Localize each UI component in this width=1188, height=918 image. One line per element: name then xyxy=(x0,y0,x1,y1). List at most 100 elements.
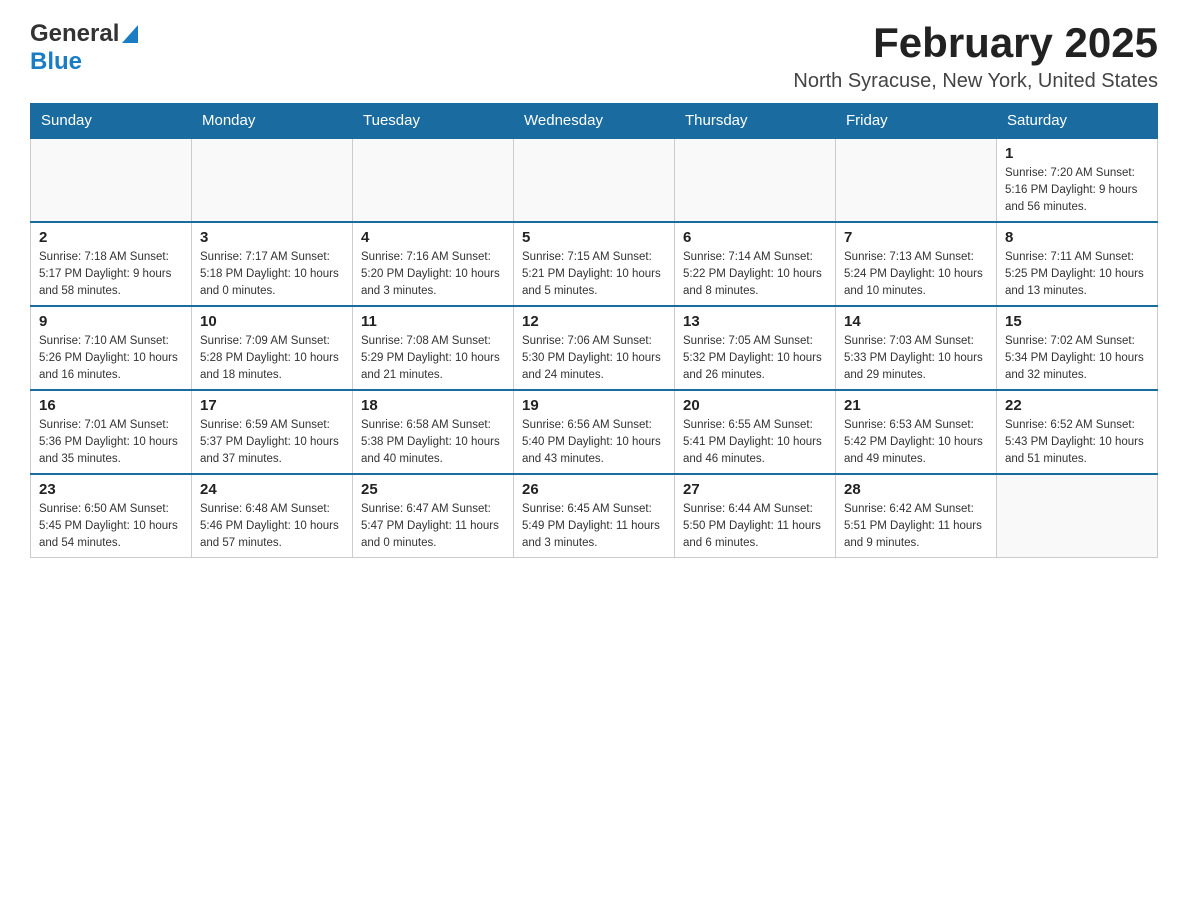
weekday-header-tuesday: Tuesday xyxy=(353,104,514,139)
logo-triangle-icon xyxy=(122,25,138,48)
calendar-cell xyxy=(997,474,1158,558)
day-info: Sunrise: 6:59 AM Sunset: 5:37 PM Dayligh… xyxy=(200,417,344,467)
location: North Syracuse, New York, United States xyxy=(793,70,1158,93)
logo: General Blue xyxy=(30,20,138,76)
calendar-cell: 4 Sunrise: 7:16 AM Sunset: 5:20 PM Daylig… xyxy=(353,222,514,306)
day-number: 24 xyxy=(200,481,344,498)
day-number: 6 xyxy=(683,229,827,246)
calendar-cell: 16 Sunrise: 7:01 AM Sunset: 5:36 PM Dayli… xyxy=(31,390,192,474)
day-info: Sunrise: 7:05 AM Sunset: 5:32 PM Dayligh… xyxy=(683,333,827,383)
day-number: 4 xyxy=(361,229,505,246)
day-number: 17 xyxy=(200,397,344,414)
day-number: 19 xyxy=(522,397,666,414)
day-info: Sunrise: 6:53 AM Sunset: 5:42 PM Dayligh… xyxy=(844,417,988,467)
calendar-cell: 20 Sunrise: 6:55 AM Sunset: 5:41 PM Dayli… xyxy=(675,390,836,474)
weekday-header-saturday: Saturday xyxy=(997,104,1158,139)
week-row-1: 1 Sunrise: 7:20 AM Sunset: 5:16 PM Daylig… xyxy=(31,138,1158,222)
weekday-header-wednesday: Wednesday xyxy=(514,104,675,139)
title-area: February 2025 North Syracuse, New York, … xyxy=(793,20,1158,93)
calendar-cell: 17 Sunrise: 6:59 AM Sunset: 5:37 PM Dayli… xyxy=(192,390,353,474)
day-info: Sunrise: 7:01 AM Sunset: 5:36 PM Dayligh… xyxy=(39,417,183,467)
calendar-cell: 15Sunrise: 7:02 AM Sunset: 5:34 PM Dayli… xyxy=(997,306,1158,390)
day-info: Sunrise: 6:55 AM Sunset: 5:41 PM Dayligh… xyxy=(683,417,827,467)
day-number: 7 xyxy=(844,229,988,246)
day-number: 5 xyxy=(522,229,666,246)
day-number: 2 xyxy=(39,229,183,246)
calendar-cell: 28 Sunrise: 6:42 AM Sunset: 5:51 PM Dayli… xyxy=(836,474,997,558)
day-info: Sunrise: 7:17 AM Sunset: 5:18 PM Dayligh… xyxy=(200,249,344,299)
calendar-cell: 26 Sunrise: 6:45 AM Sunset: 5:49 PM Dayli… xyxy=(514,474,675,558)
day-info: Sunrise: 6:42 AM Sunset: 5:51 PM Dayligh… xyxy=(844,501,988,551)
day-info: Sunrise: 7:09 AM Sunset: 5:28 PM Dayligh… xyxy=(200,333,344,383)
calendar-cell xyxy=(675,138,836,222)
day-info: Sunrise: 6:58 AM Sunset: 5:38 PM Dayligh… xyxy=(361,417,505,467)
calendar-cell: 6 Sunrise: 7:14 AM Sunset: 5:22 PM Daylig… xyxy=(675,222,836,306)
day-number: 26 xyxy=(522,481,666,498)
week-row-5: 23Sunrise: 6:50 AM Sunset: 5:45 PM Dayli… xyxy=(31,474,1158,558)
calendar-cell: 1 Sunrise: 7:20 AM Sunset: 5:16 PM Daylig… xyxy=(997,138,1158,222)
calendar-cell: 22 Sunrise: 6:52 AM Sunset: 5:43 PM Dayli… xyxy=(997,390,1158,474)
page-header: General Blue February 2025 North Syracus… xyxy=(30,20,1158,93)
calendar-cell: 21 Sunrise: 6:53 AM Sunset: 5:42 PM Dayli… xyxy=(836,390,997,474)
day-number: 20 xyxy=(683,397,827,414)
calendar-cell: 12Sunrise: 7:06 AM Sunset: 5:30 PM Dayli… xyxy=(514,306,675,390)
calendar-cell: 24 Sunrise: 6:48 AM Sunset: 5:46 PM Dayli… xyxy=(192,474,353,558)
day-number: 18 xyxy=(361,397,505,414)
day-number: 8 xyxy=(1005,229,1149,246)
week-row-3: 9Sunrise: 7:10 AM Sunset: 5:26 PM Daylig… xyxy=(31,306,1158,390)
day-info: Sunrise: 7:08 AM Sunset: 5:29 PM Dayligh… xyxy=(361,333,505,383)
weekday-header-row: SundayMondayTuesdayWednesdayThursdayFrid… xyxy=(31,104,1158,139)
day-number: 11 xyxy=(361,313,505,330)
logo-general-text: General xyxy=(30,20,119,48)
calendar-cell xyxy=(514,138,675,222)
calendar-cell xyxy=(353,138,514,222)
day-info: Sunrise: 7:18 AM Sunset: 5:17 PM Dayligh… xyxy=(39,249,183,299)
calendar-cell: 18 Sunrise: 6:58 AM Sunset: 5:38 PM Dayli… xyxy=(353,390,514,474)
calendar-cell: 13 Sunrise: 7:05 AM Sunset: 5:32 PM Dayli… xyxy=(675,306,836,390)
day-number: 27 xyxy=(683,481,827,498)
calendar-cell: 9Sunrise: 7:10 AM Sunset: 5:26 PM Daylig… xyxy=(31,306,192,390)
calendar-cell: 23Sunrise: 6:50 AM Sunset: 5:45 PM Dayli… xyxy=(31,474,192,558)
day-info: Sunrise: 7:13 AM Sunset: 5:24 PM Dayligh… xyxy=(844,249,988,299)
calendar-table: SundayMondayTuesdayWednesdayThursdayFrid… xyxy=(30,103,1158,558)
day-number: 23 xyxy=(39,481,183,498)
day-info: Sunrise: 7:02 AM Sunset: 5:34 PM Dayligh… xyxy=(1005,333,1149,383)
weekday-header-thursday: Thursday xyxy=(675,104,836,139)
day-info: Sunrise: 7:11 AM Sunset: 5:25 PM Dayligh… xyxy=(1005,249,1149,299)
day-info: Sunrise: 6:45 AM Sunset: 5:49 PM Dayligh… xyxy=(522,501,666,551)
logo-blue-text: Blue xyxy=(30,48,82,75)
day-info: Sunrise: 6:44 AM Sunset: 5:50 PM Dayligh… xyxy=(683,501,827,551)
day-info: Sunrise: 6:47 AM Sunset: 5:47 PM Dayligh… xyxy=(361,501,505,551)
day-number: 21 xyxy=(844,397,988,414)
day-info: Sunrise: 6:52 AM Sunset: 5:43 PM Dayligh… xyxy=(1005,417,1149,467)
day-number: 1 xyxy=(1005,145,1149,162)
calendar-cell: 7 Sunrise: 7:13 AM Sunset: 5:24 PM Daylig… xyxy=(836,222,997,306)
calendar-cell: 3 Sunrise: 7:17 AM Sunset: 5:18 PM Daylig… xyxy=(192,222,353,306)
calendar-cell: 14 Sunrise: 7:03 AM Sunset: 5:33 PM Dayli… xyxy=(836,306,997,390)
calendar-cell: 8 Sunrise: 7:11 AM Sunset: 5:25 PM Daylig… xyxy=(997,222,1158,306)
day-number: 16 xyxy=(39,397,183,414)
week-row-2: 2 Sunrise: 7:18 AM Sunset: 5:17 PM Daylig… xyxy=(31,222,1158,306)
calendar-cell: 11 Sunrise: 7:08 AM Sunset: 5:29 PM Dayli… xyxy=(353,306,514,390)
calendar-cell: 19 Sunrise: 6:56 AM Sunset: 5:40 PM Dayli… xyxy=(514,390,675,474)
day-info: Sunrise: 7:20 AM Sunset: 5:16 PM Dayligh… xyxy=(1005,165,1149,215)
day-number: 3 xyxy=(200,229,344,246)
day-number: 13 xyxy=(683,313,827,330)
weekday-header-friday: Friday xyxy=(836,104,997,139)
day-info: Sunrise: 6:48 AM Sunset: 5:46 PM Dayligh… xyxy=(200,501,344,551)
calendar-cell: 2 Sunrise: 7:18 AM Sunset: 5:17 PM Daylig… xyxy=(31,222,192,306)
day-info: Sunrise: 7:16 AM Sunset: 5:20 PM Dayligh… xyxy=(361,249,505,299)
calendar-cell: 10 Sunrise: 7:09 AM Sunset: 5:28 PM Dayli… xyxy=(192,306,353,390)
calendar-cell xyxy=(31,138,192,222)
weekday-header-sunday: Sunday xyxy=(31,104,192,139)
day-info: Sunrise: 7:03 AM Sunset: 5:33 PM Dayligh… xyxy=(844,333,988,383)
day-number: 28 xyxy=(844,481,988,498)
day-info: Sunrise: 7:14 AM Sunset: 5:22 PM Dayligh… xyxy=(683,249,827,299)
day-number: 10 xyxy=(200,313,344,330)
day-number: 22 xyxy=(1005,397,1149,414)
week-row-4: 16 Sunrise: 7:01 AM Sunset: 5:36 PM Dayli… xyxy=(31,390,1158,474)
month-title: February 2025 xyxy=(793,20,1158,66)
day-info: Sunrise: 6:56 AM Sunset: 5:40 PM Dayligh… xyxy=(522,417,666,467)
day-info: Sunrise: 7:10 AM Sunset: 5:26 PM Dayligh… xyxy=(39,333,183,383)
day-number: 14 xyxy=(844,313,988,330)
